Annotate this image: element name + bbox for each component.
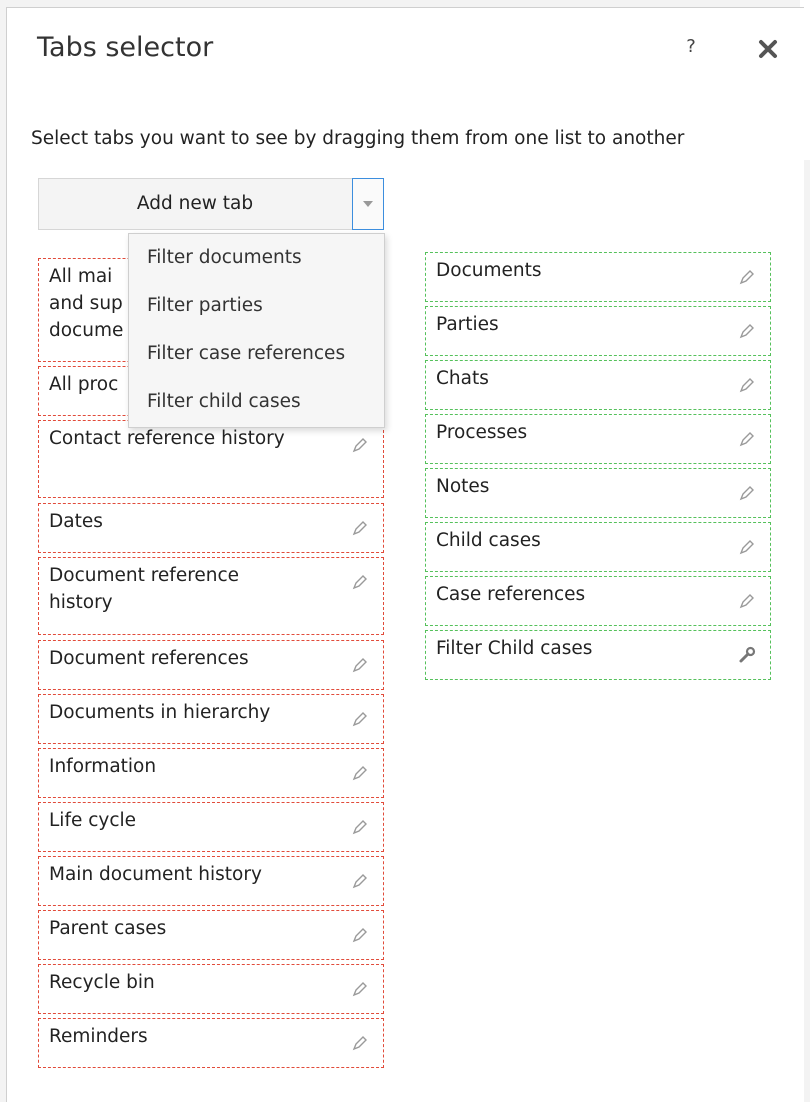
selected-tab-item[interactable]: Processes bbox=[425, 414, 771, 464]
pencil-icon[interactable] bbox=[351, 435, 369, 453]
pencil-icon[interactable] bbox=[738, 483, 756, 501]
available-tab-label: Contact reference history bbox=[49, 428, 285, 449]
available-tab-item[interactable]: Information bbox=[38, 748, 384, 798]
menu-item-filter-child-cases[interactable]: Filter child cases bbox=[147, 382, 301, 422]
available-tab-item[interactable]: Parent cases bbox=[38, 910, 384, 960]
selected-tab-label: Case references bbox=[436, 584, 586, 605]
pencil-icon[interactable] bbox=[738, 267, 756, 285]
available-tab-item[interactable]: Contact reference history bbox=[38, 420, 384, 498]
available-tab-item[interactable]: Life cycle bbox=[38, 802, 384, 852]
selected-tab-label: Child cases bbox=[436, 530, 541, 551]
instructions-text: Select tabs you want to see by dragging … bbox=[31, 128, 685, 149]
selected-tab-item[interactable]: Documents bbox=[425, 252, 771, 302]
available-tab-item[interactable]: Document references bbox=[38, 640, 384, 690]
pencil-icon[interactable] bbox=[738, 375, 756, 393]
selected-tab-label: Parties bbox=[436, 314, 499, 335]
add-new-tab-combobox[interactable]: Add new tab bbox=[38, 178, 384, 230]
tabs-selector-dialog: Tabs selector ? Select tabs you want to … bbox=[6, 7, 804, 1102]
pencil-icon[interactable] bbox=[351, 709, 369, 727]
available-tab-label: Dates bbox=[49, 511, 103, 532]
selected-tab-item[interactable]: Parties bbox=[425, 306, 771, 356]
available-tab-label: Life cycle bbox=[49, 810, 137, 831]
selected-tab-label: Processes bbox=[436, 422, 528, 443]
selected-tab-item[interactable]: Filter Child cases bbox=[425, 630, 771, 680]
menu-item-filter-documents[interactable]: Filter documents bbox=[147, 238, 302, 278]
pencil-icon[interactable] bbox=[351, 572, 369, 590]
chevron-down-icon bbox=[363, 201, 373, 207]
selected-tab-label: Notes bbox=[436, 476, 490, 497]
available-tab-label: Recycle bin bbox=[49, 972, 155, 993]
wrench-icon[interactable] bbox=[738, 645, 756, 663]
pencil-icon[interactable] bbox=[351, 979, 369, 997]
add-new-tab-button[interactable]: Add new tab bbox=[39, 179, 351, 229]
selected-tab-item[interactable]: Notes bbox=[425, 468, 771, 518]
help-icon[interactable]: ? bbox=[681, 36, 701, 60]
pencil-icon[interactable] bbox=[738, 591, 756, 609]
pencil-icon[interactable] bbox=[351, 763, 369, 781]
dialog-title: Tabs selector bbox=[37, 32, 214, 63]
available-tab-label: All mai bbox=[49, 266, 113, 287]
available-tab-label: Document reference history bbox=[49, 565, 240, 613]
pencil-icon[interactable] bbox=[351, 1033, 369, 1051]
available-tab-item[interactable]: Main document history bbox=[38, 856, 384, 906]
pencil-icon[interactable] bbox=[738, 321, 756, 339]
available-tab-item[interactable]: Dates bbox=[38, 503, 384, 553]
available-tab-label: Information bbox=[49, 756, 157, 777]
available-tab-item[interactable]: Document reference history bbox=[38, 557, 384, 635]
selected-tab-item[interactable]: Child cases bbox=[425, 522, 771, 572]
available-tab-item[interactable]: Recycle bin bbox=[38, 964, 384, 1014]
available-tab-label: Main document history bbox=[49, 864, 262, 885]
pencil-icon[interactable] bbox=[351, 925, 369, 943]
pencil-icon[interactable] bbox=[351, 871, 369, 889]
selected-tab-item[interactable]: Case references bbox=[425, 576, 771, 626]
selected-tab-item[interactable]: Chats bbox=[425, 360, 771, 410]
available-tab-label: Documents in hierarchy bbox=[49, 702, 271, 723]
menu-item-filter-case-references[interactable]: Filter case references bbox=[147, 334, 345, 374]
pencil-icon[interactable] bbox=[738, 429, 756, 447]
available-tab-label: and sup bbox=[49, 293, 123, 314]
pencil-icon[interactable] bbox=[351, 655, 369, 673]
available-tab-item[interactable]: Documents in hierarchy bbox=[38, 694, 384, 744]
available-tab-label: Reminders bbox=[49, 1026, 148, 1047]
available-tab-label: Parent cases bbox=[49, 918, 167, 939]
selected-tab-label: Filter Child cases bbox=[436, 638, 593, 659]
pencil-icon[interactable] bbox=[351, 817, 369, 835]
close-icon[interactable] bbox=[755, 36, 781, 62]
pencil-icon[interactable] bbox=[738, 537, 756, 555]
pencil-icon[interactable] bbox=[351, 518, 369, 536]
selected-tab-label: Chats bbox=[436, 368, 489, 389]
available-tab-label: Document references bbox=[49, 648, 249, 669]
add-new-tab-dropdown-toggle[interactable] bbox=[352, 178, 384, 230]
selected-tab-label: Documents bbox=[436, 260, 542, 281]
available-tab-label: docume bbox=[49, 320, 124, 341]
menu-item-filter-parties[interactable]: Filter parties bbox=[147, 286, 263, 326]
available-tab-item[interactable]: Reminders bbox=[38, 1018, 384, 1068]
add-new-tab-menu: Filter documents Filter parties Filter c… bbox=[128, 233, 385, 428]
